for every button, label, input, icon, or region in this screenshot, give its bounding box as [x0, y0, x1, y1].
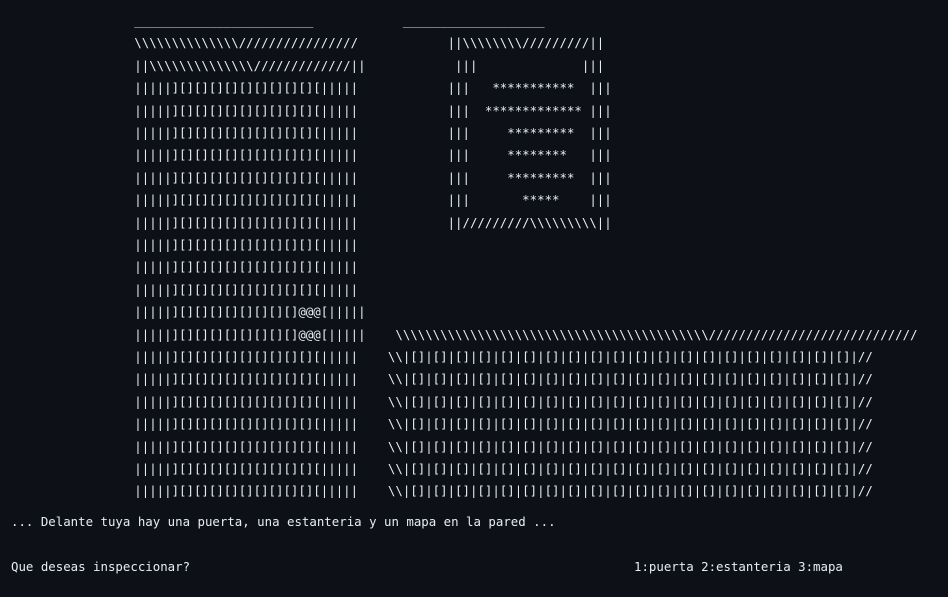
terminal-window: ________________________ _______________… [0, 0, 948, 597]
ascii-line: |||||][][][][][][][][][][||||| ||| *****… [0, 147, 612, 163]
ascii-line: |||||][][][][][][][][][][||||| ||| *****… [0, 125, 612, 140]
ascii-line: |||||][][][][][][][][][][||||| \\|[]|[]|… [0, 438, 873, 454]
ascii-line: \\\\\\\\\\\\\\//////////////// ||\\\\\\\… [0, 35, 605, 51]
ascii-line: |||||][][][][][][][][]@@@[||||| [0, 304, 366, 320]
ascii-line: |||||][][][][][][][][][][||||| \\|[]|[]|… [0, 393, 873, 409]
ascii-line: |||||][][][][][][][][][][||||| \\|[]|[]|… [0, 349, 873, 364]
ascii-line: ________________________ _______________… [0, 13, 545, 28]
ascii-line: |||||][][][][][][][][][][||||| ||| *****… [0, 102, 612, 118]
scene-description: ... Delante tuya hay una puerta, una est… [11, 514, 556, 529]
ascii-line: |||||][][][][][][][][][][||||| [0, 259, 359, 275]
ascii-line: |||||][][][][][][][][][][||||| \\|[]|[]|… [0, 416, 873, 432]
ascii-line: |||||][][][][][][][][]@@@[||||| \\\\\\\\… [0, 326, 918, 342]
ascii-line: |||||][][][][][][][][][][||||| ||///////… [0, 214, 612, 230]
ascii-line: |||||][][][][][][][][][][||||| [0, 237, 359, 252]
ascii-line: |||||][][][][][][][][][][||||| [0, 281, 359, 297]
ascii-line: |||||][][][][][][][][][][||||| ||| *****… [0, 192, 612, 208]
ascii-line: ||\\\\\\\\\\\\\\/////////////|| ||| ||| [0, 57, 605, 73]
ascii-line: |||||][][][][][][][][][][||||| \\|[]|[]|… [0, 461, 873, 476]
ascii-line: |||||][][][][][][][][][][||||| ||| *****… [0, 80, 612, 96]
inspect-prompt: Que deseas inspeccionar? [11, 559, 191, 574]
ascii-line: |||||][][][][][][][][][][||||| ||| *****… [0, 169, 612, 185]
inspect-options: 1:puerta 2:estanteria 3:mapa [634, 559, 843, 574]
ascii-line: |||||][][][][][][][][][][||||| \\|[]|[]|… [0, 371, 873, 387]
ascii-line: |||||][][][][][][][][][][||||| \\|[]|[]|… [0, 483, 873, 499]
